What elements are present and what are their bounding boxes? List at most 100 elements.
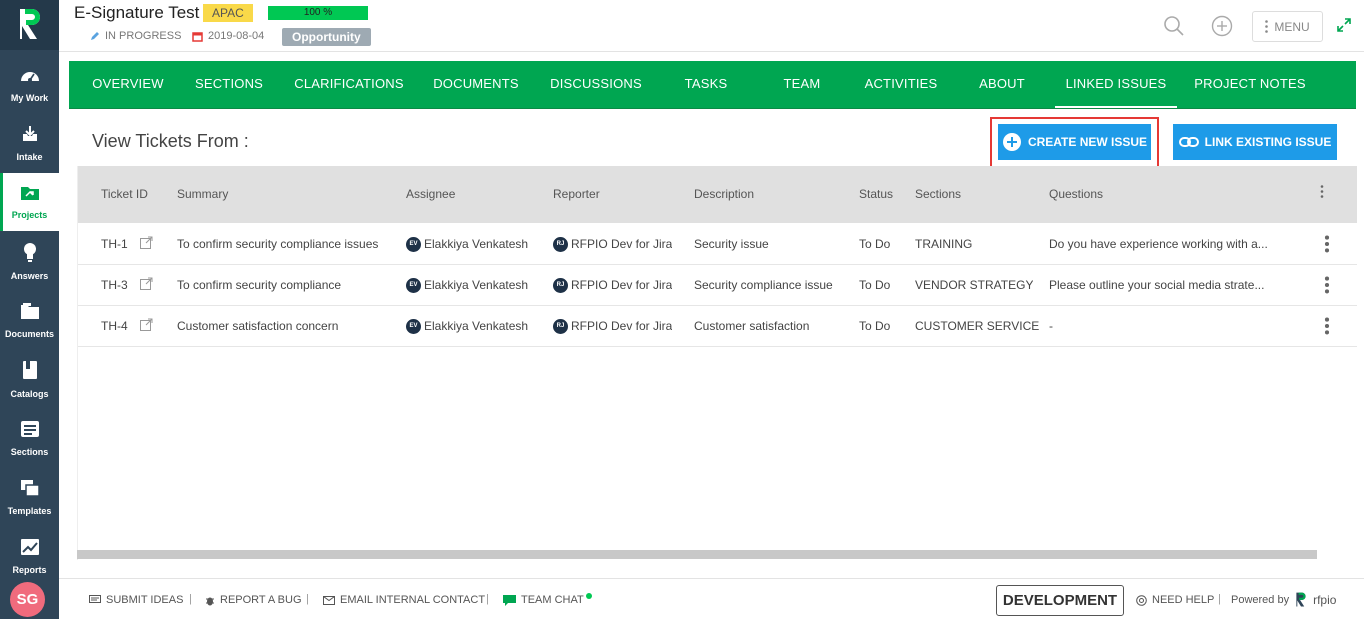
external-link-icon[interactable] [140, 277, 153, 290]
submit-ideas-link[interactable]: SUBMIT IDEAS [89, 594, 183, 606]
need-help-link[interactable]: NEED HELP [1136, 594, 1214, 606]
project-title: E-Signature Test [74, 3, 200, 22]
chat-bubble-icon [89, 595, 101, 603]
ticket-id[interactable]: TH-4 [101, 319, 128, 333]
row-options-icon[interactable] [1321, 276, 1333, 294]
column-header-assignee[interactable]: Assignee [406, 187, 455, 201]
reporter-name: RFPIO Dev for Jira [571, 319, 673, 333]
sidebar-item-projects[interactable]: Projects [0, 173, 59, 231]
tab-sections[interactable]: SECTIONS [181, 61, 277, 109]
sidebar-item-my-work[interactable]: My Work [0, 55, 59, 113]
table-row[interactable]: TH-1 To confirm security compliance issue… [78, 224, 1357, 265]
sidebar-item-label: My Work [10, 92, 49, 103]
table-row[interactable]: TH-3 To confirm security compliance EV Elak… [78, 265, 1357, 306]
tab-overview[interactable]: OVERVIEW [82, 61, 174, 109]
column-header-summary[interactable]: Summary [177, 187, 228, 201]
add-circle-icon[interactable] [1210, 14, 1234, 38]
column-header-description[interactable]: Description [694, 187, 754, 201]
rfpio-wordmark: rfpio [1313, 593, 1337, 607]
project-tabs: OVERVIEW SECTIONS CLARIFICATIONS DOCUMENTS D… [69, 61, 1356, 109]
gauge-icon [19, 66, 41, 89]
rfpio-logo-icon [1296, 592, 1306, 607]
link-existing-issue-button[interactable]: LINK EXISTING ISSUE [1173, 124, 1337, 160]
column-options-icon[interactable] [1320, 185, 1324, 198]
tab-documents[interactable]: DOCUMENTS [421, 61, 531, 109]
table-row[interactable]: TH-4 Customer satisfaction concern EV Elakk… [78, 306, 1357, 347]
ticket-id[interactable]: TH-1 [101, 237, 128, 251]
date-label: 2019-08-04 [208, 30, 265, 42]
inbox-download-icon [21, 125, 39, 148]
tab-team[interactable]: TEAM [759, 61, 845, 109]
assignee-avatar: EV [406, 278, 421, 294]
report-bug-label: REPORT A BUG [220, 594, 302, 606]
book-icon [21, 360, 39, 385]
email-contact-link[interactable]: EMAIL INTERNAL CONTACT [323, 594, 485, 606]
powered-by-label: Powered by [1231, 594, 1290, 606]
ticket-description: Security compliance issue [694, 278, 833, 292]
column-header-reporter[interactable]: Reporter [553, 187, 600, 201]
sidebar-item-catalogs[interactable]: Catalogs [0, 350, 59, 408]
row-options-icon[interactable] [1321, 317, 1333, 335]
ticket-id[interactable]: TH-3 [101, 278, 128, 292]
tab-discussions[interactable]: DISCUSSIONS [535, 61, 657, 109]
ticket-section: TRAINING [915, 237, 973, 251]
email-contact-label: EMAIL INTERNAL CONTACT [340, 594, 486, 606]
assignee-avatar: EV [406, 319, 421, 335]
search-icon[interactable] [1162, 14, 1186, 38]
sections-icon [20, 420, 40, 443]
templates-icon [20, 479, 40, 502]
ticket-question: Do you have experience working with a... [1049, 237, 1268, 251]
expand-icon[interactable] [1336, 17, 1352, 33]
ticket-reporter: RJ RFPIO Dev for Jira [553, 319, 673, 335]
user-avatar[interactable]: SG [10, 582, 45, 617]
tab-activities[interactable]: ACTIVITIES [851, 61, 951, 109]
ticket-summary: Customer satisfaction concern [177, 319, 339, 333]
horizontal-scrollbar[interactable] [77, 550, 1317, 559]
assignee-name: Elakkiya Venkatesh [424, 319, 529, 333]
ticket-status: To Do [859, 237, 891, 251]
column-header-ticket-id[interactable]: Ticket ID [101, 187, 148, 201]
sidebar-item-label: Sections [10, 446, 49, 457]
view-tickets-label: View Tickets From : [92, 131, 249, 151]
sidebar-item-documents[interactable]: Documents [0, 291, 59, 349]
team-chat-link[interactable]: TEAM CHAT [503, 593, 592, 606]
submit-ideas-label: SUBMIT IDEAS [106, 594, 184, 606]
create-new-issue-button[interactable]: CREATE NEW ISSUE [998, 124, 1151, 160]
sidebar-item-sections[interactable]: Sections [0, 409, 59, 467]
column-header-sections[interactable]: Sections [915, 187, 961, 201]
sidebar-item-templates[interactable]: Templates [0, 468, 59, 526]
footer-separator: | [189, 593, 192, 605]
tab-tasks[interactable]: TASKS [663, 61, 749, 109]
menu-button[interactable]: MENU [1252, 11, 1323, 42]
linked-issues-table: Ticket ID Summary Assignee Reporter Descript… [77, 166, 1357, 560]
project-due-date: 2019-08-04 [192, 30, 264, 42]
powered-by: Powered by rfpio [1231, 591, 1336, 609]
report-bug-link[interactable]: REPORT A BUG [205, 594, 302, 606]
ticket-description: Security issue [694, 237, 769, 251]
sidebar-item-intake[interactable]: Intake [0, 114, 59, 172]
ticket-status: To Do [859, 278, 891, 292]
row-options-icon[interactable] [1321, 235, 1333, 253]
tab-linked-issues[interactable]: LINKED ISSUES [1055, 61, 1177, 109]
external-link-icon[interactable] [140, 236, 153, 249]
column-header-questions[interactable]: Questions [1049, 187, 1103, 201]
sidebar-item-label: Catalogs [10, 388, 49, 399]
sidebar-item-label: Answers [10, 270, 49, 281]
project-status: IN PROGRESS [90, 30, 181, 42]
chat-icon [503, 594, 516, 606]
sidebar-item-answers[interactable]: Answers [0, 232, 59, 290]
tab-about[interactable]: ABOUT [957, 61, 1047, 109]
ticket-summary: To confirm security compliance issues [177, 237, 379, 251]
folder-icon [20, 185, 40, 206]
external-link-icon[interactable] [140, 318, 153, 331]
header-divider [59, 51, 1364, 52]
sidebar-item-reports[interactable]: Reports [0, 527, 59, 585]
rfpio-logo-icon [19, 9, 40, 39]
assignee-name: Elakkiya Venkatesh [424, 237, 529, 251]
create-new-issue-label: CREATE NEW ISSUE [1027, 135, 1148, 149]
app-logo[interactable] [0, 0, 59, 50]
documents-icon [20, 302, 40, 325]
column-header-status[interactable]: Status [859, 187, 893, 201]
tab-clarifications[interactable]: CLARIFICATIONS [283, 61, 415, 109]
tab-project-notes[interactable]: PROJECT NOTES [1181, 61, 1319, 109]
